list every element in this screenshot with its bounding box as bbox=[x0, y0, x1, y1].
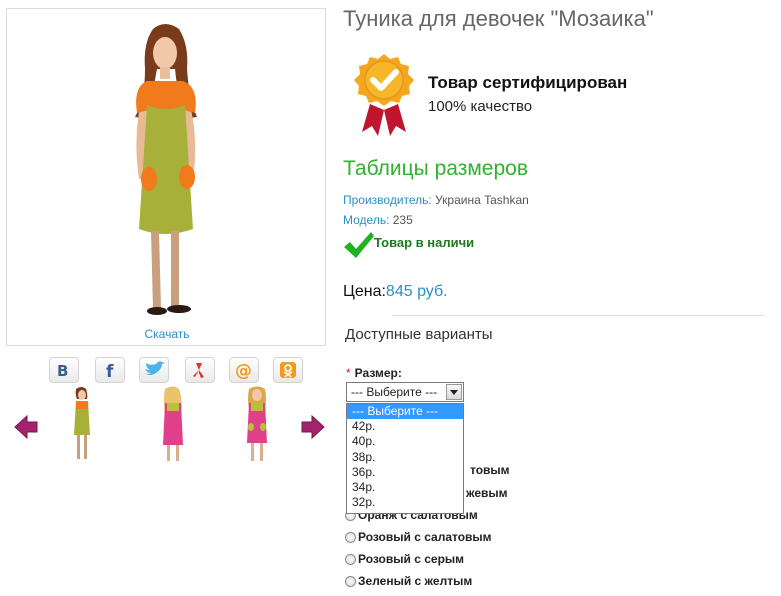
size-select-value: --- Выберите --- bbox=[351, 385, 438, 399]
model-value: 235 bbox=[389, 213, 413, 227]
in-stock-check-icon bbox=[343, 231, 375, 259]
certificate-badge-icon bbox=[352, 52, 416, 138]
variants-title: Доступные варианты bbox=[345, 326, 493, 343]
price-label: Цена: bbox=[343, 283, 386, 300]
color-radio[interactable] bbox=[345, 553, 356, 565]
svg-text:B: B bbox=[57, 362, 68, 378]
color-radio[interactable] bbox=[345, 531, 356, 543]
manufacturer-value: Украина Tashkan bbox=[431, 193, 529, 207]
size-option[interactable]: 34р. bbox=[347, 480, 463, 495]
price-row: Цена:845 руб. bbox=[343, 283, 448, 301]
color-option-row[interactable]: Розовый с салатовым bbox=[345, 527, 492, 547]
size-option[interactable]: 32р. bbox=[347, 495, 463, 510]
product-title: Туника для девочек "Мозаика" bbox=[343, 6, 654, 31]
odnoklassniki-share-button[interactable] bbox=[185, 357, 215, 383]
color-option-label: Розовый с салатовым bbox=[358, 530, 492, 544]
twitter-share-button[interactable] bbox=[139, 357, 169, 383]
size-label: * Размер: bbox=[346, 366, 402, 380]
gallery-thumbnail[interactable] bbox=[227, 385, 287, 465]
vk-icon: B bbox=[57, 362, 68, 378]
size-option[interactable]: 40р. bbox=[347, 434, 463, 449]
ok-icon bbox=[280, 362, 296, 378]
mailru-share-button[interactable]: @ bbox=[229, 357, 259, 383]
main-product-photo[interactable]: Скачать bbox=[6, 8, 326, 346]
twitter-icon bbox=[144, 361, 165, 375]
color-option-label: жевым bbox=[466, 486, 508, 500]
certificate-title: Товар сертифицирован bbox=[428, 73, 628, 92]
size-option[interactable]: 42р. bbox=[347, 419, 463, 434]
size-select[interactable]: --- Выберите --- bbox=[346, 382, 464, 402]
next-image-arrow-icon[interactable] bbox=[300, 414, 326, 440]
facebook-share-button[interactable]: f bbox=[95, 357, 125, 383]
size-label-text: Размер: bbox=[354, 366, 402, 380]
required-mark: * bbox=[346, 366, 351, 380]
size-option[interactable]: 36р. bbox=[347, 465, 463, 480]
dropdown-arrow-icon[interactable] bbox=[446, 384, 462, 400]
manufacturer-link[interactable]: Производитель: bbox=[343, 193, 432, 207]
download-link[interactable]: Скачать bbox=[7, 327, 327, 341]
size-option[interactable]: --- Выберите --- bbox=[347, 404, 463, 420]
ok-share-button[interactable] bbox=[273, 357, 303, 383]
color-option-label: товым bbox=[470, 463, 510, 477]
model-label: Модель: bbox=[343, 213, 390, 227]
stock-status: Товар в наличи bbox=[374, 235, 475, 250]
prev-image-arrow-icon[interactable] bbox=[13, 414, 39, 440]
manufacturer-row: Производитель: Украина Tashkan bbox=[343, 193, 529, 207]
gallery-thumbnail[interactable] bbox=[143, 385, 203, 465]
certificate-subtitle: 100% качество bbox=[428, 98, 533, 115]
color-option-row[interactable]: жевым bbox=[466, 483, 508, 503]
mailru-icon: @ bbox=[235, 361, 252, 380]
model-row: Модель: 235 bbox=[343, 213, 413, 227]
color-radio[interactable] bbox=[345, 575, 356, 587]
svg-text:f: f bbox=[106, 362, 114, 379]
svg-text:@: @ bbox=[235, 361, 252, 380]
divider bbox=[392, 315, 764, 316]
girl-in-tunic-image bbox=[135, 24, 197, 315]
vk-share-button[interactable]: B bbox=[49, 357, 79, 383]
color-option-row[interactable]: Розовый с серым bbox=[345, 549, 464, 569]
size-tables-link[interactable]: Таблицы размеров bbox=[343, 157, 528, 181]
color-option-row[interactable]: товым bbox=[470, 460, 510, 480]
facebook-icon: f bbox=[106, 362, 114, 379]
size-dropdown-list: --- Выберите --- 42р. 40р. 38р. 36р. 34р… bbox=[346, 403, 464, 514]
price-value: 845 руб. bbox=[385, 283, 448, 300]
color-option-row[interactable]: Зеленый с желтым bbox=[345, 571, 472, 591]
color-option-label: Зеленый с желтым bbox=[358, 574, 473, 588]
gallery-thumbnail[interactable] bbox=[52, 385, 112, 465]
odnoklassniki-icon bbox=[193, 363, 204, 378]
color-option-label: Розовый с серым bbox=[358, 552, 465, 566]
size-option[interactable]: 38р. bbox=[347, 450, 463, 465]
